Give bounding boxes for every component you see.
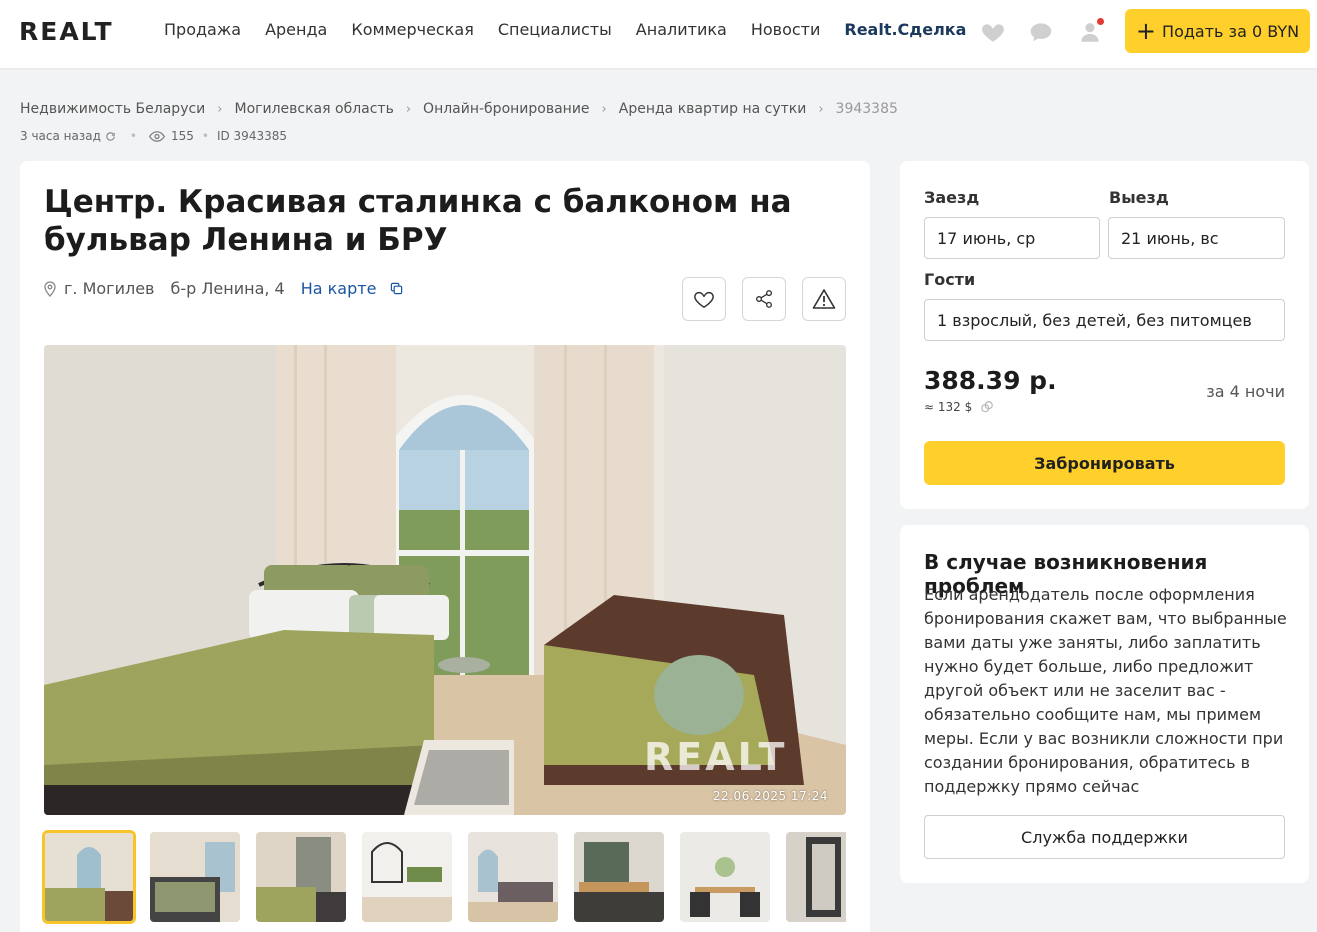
chevron-right-icon: › [601, 101, 607, 117]
eye-icon [148, 130, 165, 142]
refresh-icon[interactable] [105, 131, 116, 142]
thumbnail-1[interactable] [42, 830, 136, 924]
plus-icon: + [1135, 17, 1157, 45]
separator-dot: • [129, 129, 137, 143]
add-favorite-button[interactable] [682, 277, 726, 321]
main-nav: Продажа Аренда Коммерческая Специалисты … [164, 20, 990, 40]
listing-card: Центр. Красивая сталинка с балконом на б… [20, 161, 870, 932]
thumbnail-6[interactable] [574, 832, 664, 922]
total-price: 388.39 р. [924, 366, 1057, 395]
nav-sale[interactable]: Продажа [164, 20, 241, 40]
photo-timestamp: 22.06.2025 17:24 [712, 789, 828, 803]
post-ad-label: Подать за 0 BYN [1162, 21, 1300, 41]
listing-meta: 3 часа назад • 155 • ID 3943385 [20, 129, 287, 143]
nav-commercial[interactable]: Коммерческая [351, 20, 473, 40]
updated-time: 3 часа назад [20, 129, 101, 143]
nav-realt-deal[interactable]: Realt.Сделка [844, 20, 966, 40]
warning-icon [812, 289, 836, 309]
checkin-label: Заезд [924, 188, 980, 207]
heart-outline-icon [694, 291, 714, 309]
breadcrumb: Недвижимость Беларуси › Могилевская обла… [20, 101, 898, 117]
thumbnail-8[interactable] [786, 832, 846, 922]
separator-dot: • [201, 129, 209, 143]
problems-card: В случае возникновения проблем Если арен… [900, 525, 1309, 883]
views-count: 155 [170, 129, 194, 143]
nav-analytics[interactable]: Аналитика [636, 20, 727, 40]
listing-address: г. Могилев б-р Ленина, 4 На карте [44, 279, 403, 298]
guests-label: Гости [924, 270, 976, 289]
book-button[interactable]: Забронировать [924, 441, 1285, 485]
breadcrumb-item[interactable]: Аренда квартир на сутки [619, 101, 807, 117]
thumbnail-7[interactable] [680, 832, 770, 922]
chat-icon[interactable] [1028, 19, 1054, 45]
nav-rent[interactable]: Аренда [265, 20, 327, 40]
location-pin-icon [44, 280, 56, 297]
share-button[interactable] [742, 277, 786, 321]
checkout-label: Выезд [1109, 188, 1169, 207]
price-usd: ≈ 132 $ [924, 400, 994, 414]
realt-watermark: REALT [644, 735, 788, 779]
user-icon[interactable] [1077, 18, 1104, 45]
share-icon [756, 290, 772, 308]
photo-thumbnails [42, 830, 846, 926]
show-on-map-link[interactable]: На карте [301, 279, 377, 298]
breadcrumb-item[interactable]: Могилевская область [234, 101, 393, 117]
listing-title: Центр. Красивая сталинка с балконом на б… [44, 184, 792, 258]
listing-id: ID 3943385 [216, 129, 287, 143]
chevron-right-icon: › [405, 101, 412, 117]
nav-specialists[interactable]: Специалисты [498, 20, 612, 40]
chevron-right-icon: › [217, 101, 223, 117]
breadcrumb-current: 3943385 [835, 101, 898, 117]
thumbnail-3[interactable] [256, 832, 346, 922]
site-logo[interactable]: REALT [19, 17, 114, 46]
report-button[interactable] [802, 277, 846, 321]
checkin-date-field[interactable]: 17 июнь, ср [924, 217, 1100, 259]
breadcrumb-item[interactable]: Недвижимость Беларуси [20, 101, 205, 117]
copy-icon[interactable] [390, 282, 403, 295]
main-photo[interactable]: REALT 22.06.2025 17:24 [44, 345, 846, 815]
price-usd-value: ≈ 132 $ [924, 400, 973, 414]
breadcrumb-item[interactable]: Онлайн-бронирование [423, 101, 590, 117]
address-street: б-р Ленина, 4 [170, 279, 285, 298]
thumbnail-5[interactable] [468, 832, 558, 922]
notification-dot [1097, 18, 1104, 25]
checkout-date-field[interactable]: 21 июнь, вс [1108, 217, 1285, 259]
guests-field[interactable]: 1 взрослый, без детей, без питомцев [924, 299, 1285, 341]
chevron-right-icon: › [818, 101, 824, 117]
nav-news[interactable]: Новости [751, 20, 821, 40]
nights-count: за 4 ночи [1206, 382, 1285, 401]
currency-exchange-icon[interactable] [980, 400, 994, 414]
site-header: REALT Продажа Аренда Коммерческая Специа… [0, 0, 1317, 68]
support-button[interactable]: Служба поддержки [924, 815, 1285, 859]
post-ad-button[interactable]: + Подать за 0 BYN [1125, 9, 1310, 53]
booking-card: Заезд Выезд 17 июнь, ср 21 июнь, вс Гост… [900, 161, 1309, 509]
address-city: г. Могилев [64, 279, 155, 298]
problems-text: Если арендодатель после оформления брони… [924, 585, 1287, 796]
favorites-heart-icon[interactable] [980, 19, 1006, 45]
thumbnail-2[interactable] [150, 832, 240, 922]
thumbnail-4[interactable] [362, 832, 452, 922]
